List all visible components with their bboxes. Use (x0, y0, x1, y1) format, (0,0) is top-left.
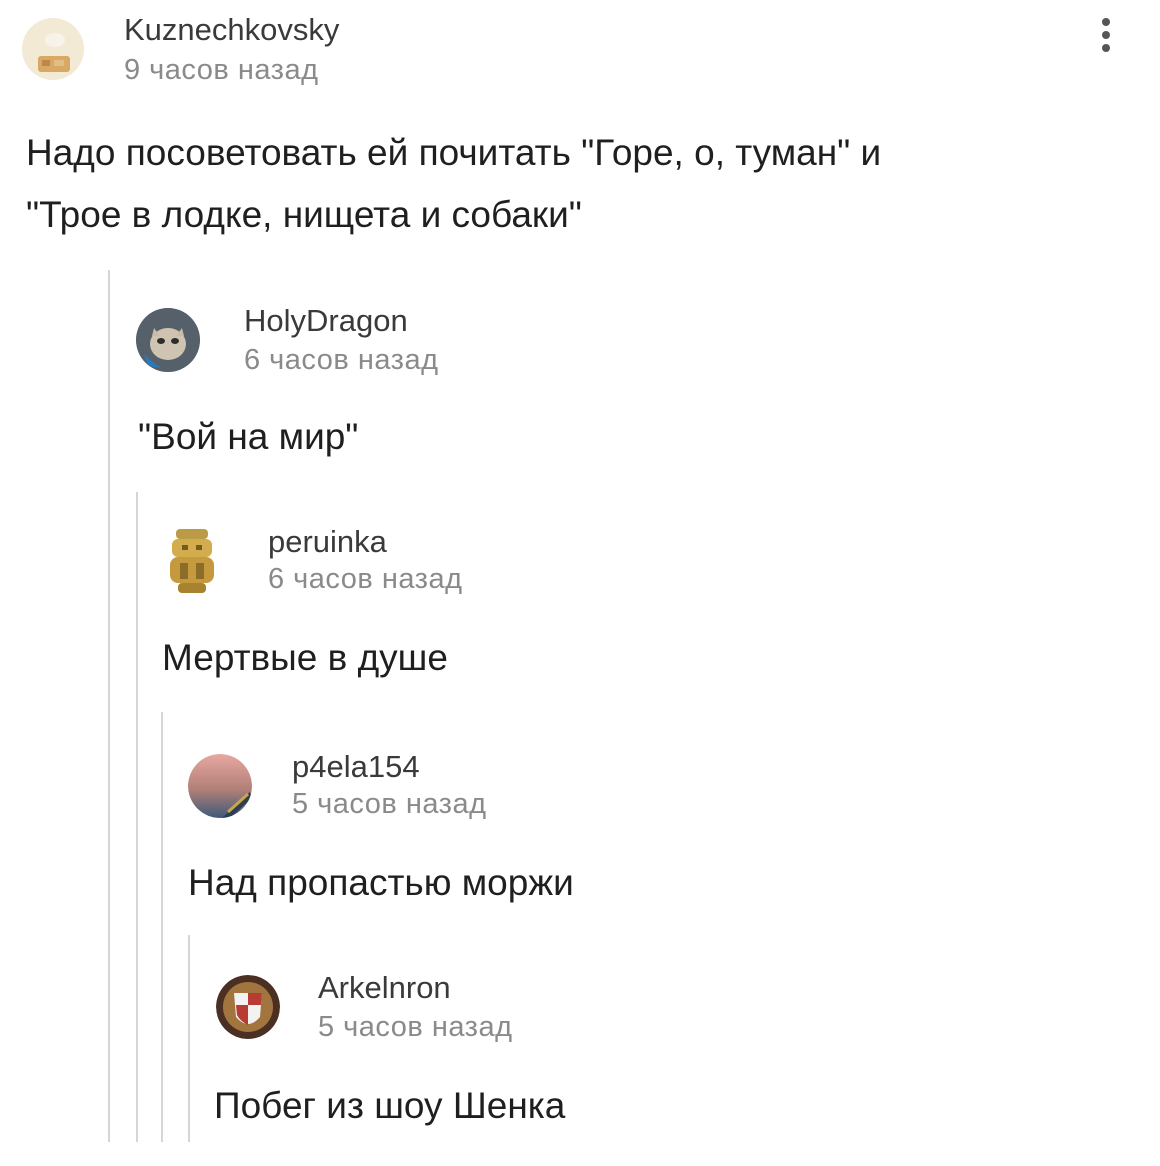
comment-text-line-2: "Трое в лодке, нищета и собаки" (26, 194, 582, 235)
comment-text: Мертвые в душе (162, 637, 448, 678)
comment-p4ela154: p4ela154 5 часов назад Над пропастью мор… (0, 738, 1160, 928)
comment-text: "Вой на мир" (138, 416, 359, 457)
timestamp: 6 часов назад (268, 563, 463, 595)
gradient-avatar[interactable] (188, 754, 252, 818)
timestamp: 6 часов назад (244, 344, 439, 376)
username[interactable]: Kuznechkovsky (124, 12, 339, 48)
timestamp: 5 часов назад (318, 1011, 513, 1043)
comment-arkelnron: Arkelnron 5 часов назад Побег из шоу Шен… (0, 963, 1160, 1153)
username[interactable]: p4ela154 (292, 749, 420, 785)
comment-text: Побег из шоу Шенка (214, 1085, 566, 1126)
shield-avatar[interactable] (216, 975, 280, 1039)
username[interactable]: HolyDragon (244, 303, 408, 339)
cat-avatar[interactable] (136, 308, 200, 372)
comment-kuznechkovsky: Kuznechkovsky 9 часов назад Надо посовет… (0, 0, 1160, 260)
timestamp: 5 часов назад (292, 788, 487, 820)
comment-text: Над пропастью моржи (188, 862, 574, 903)
chef-avatar[interactable] (22, 18, 84, 80)
aztec-statue-avatar[interactable] (160, 525, 224, 597)
timestamp: 9 часов назад (124, 54, 319, 86)
comment-holydragon: HolyDragon 6 часов назад "Вой на мир" (0, 290, 1160, 480)
username[interactable]: Arkelnron (318, 970, 451, 1006)
username[interactable]: peruinka (268, 524, 387, 560)
comment-peruinka: peruinka 6 часов назад Мертвые в душе (0, 515, 1160, 705)
comment-text-line-1: Надо посоветовать ей почитать "Горе, о, … (26, 132, 882, 173)
